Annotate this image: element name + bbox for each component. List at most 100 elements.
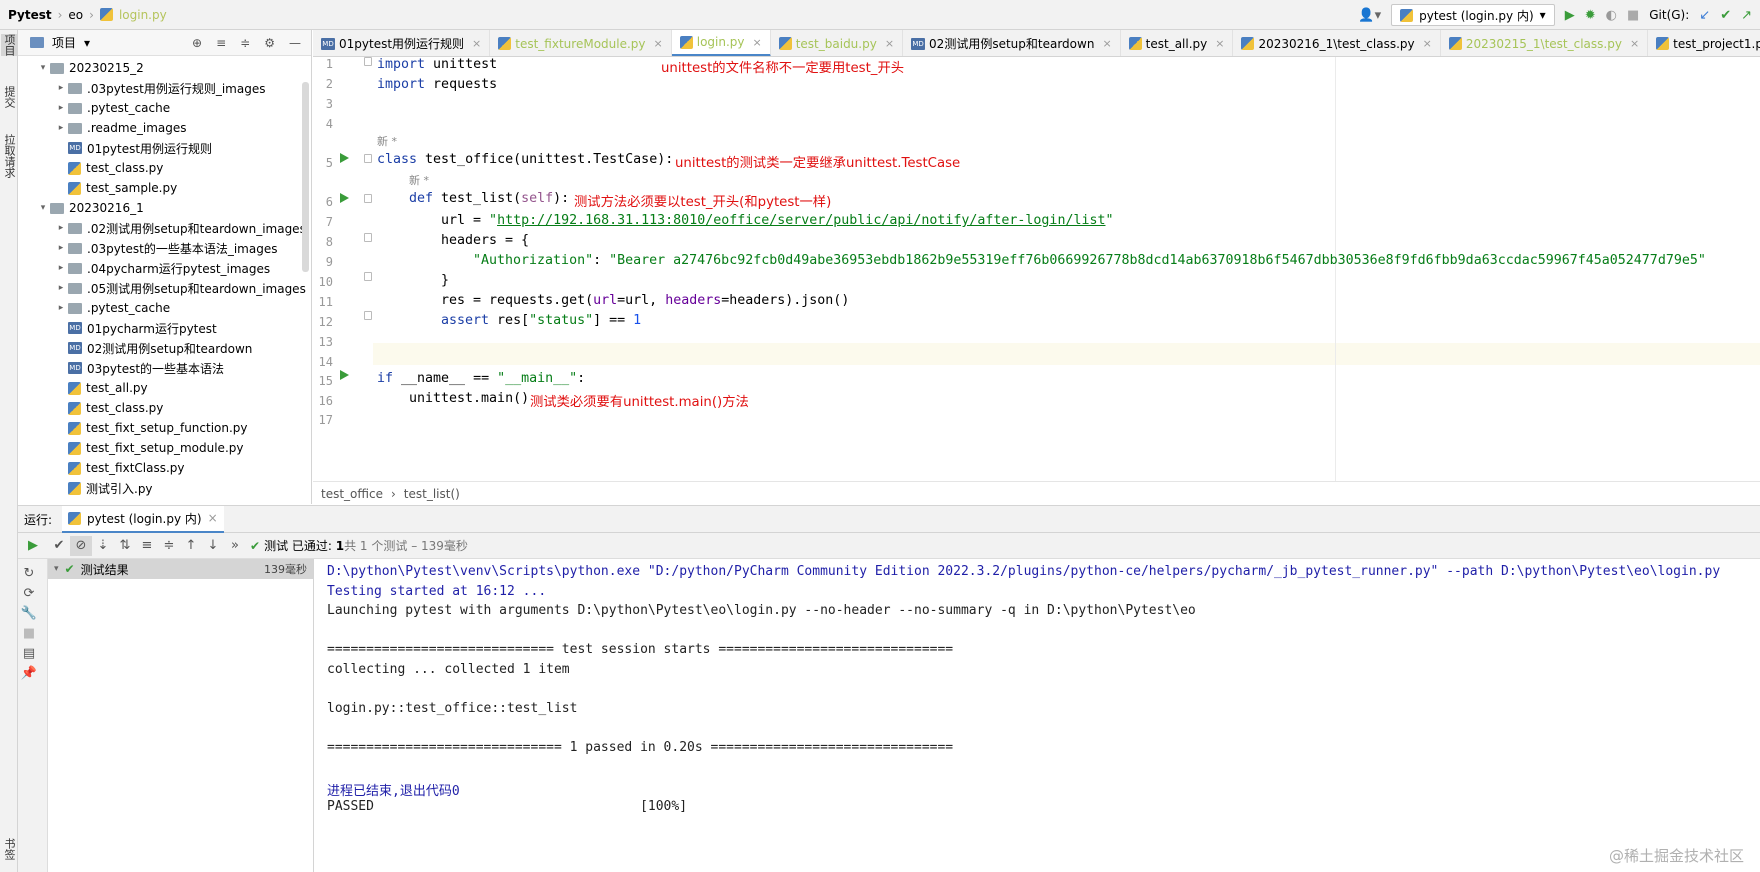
project-tool-tab[interactable]: 项目 [1,34,17,56]
git-commit-icon[interactable]: ✔ [1720,9,1731,22]
locate-icon[interactable]: ⊕ [192,36,202,50]
chevron-right-icon[interactable]: ▸ [54,223,68,233]
next-failed-icon[interactable]: ↓ [202,536,224,556]
tree-item[interactable]: test_fixt_setup_module.py [18,438,311,458]
editor-tab[interactable]: MD 02测试用例setup和teardown × [903,30,1121,56]
close-icon[interactable]: × [1630,37,1639,50]
editor-tab[interactable]: login.py × [671,30,771,56]
editor-tab[interactable]: 20230215_1\test_class.py × [1441,30,1649,56]
chevron-right-icon[interactable]: ▸ [54,243,68,253]
commit-tool-tab[interactable]: 提交 [1,86,17,108]
tree-item[interactable]: MD 03pytest的一些基本语法 [18,358,311,378]
tree-item[interactable]: test_fixt_setup_function.py [18,418,311,438]
rerun-failed-icon[interactable]: ↻ [18,563,40,583]
tree-item[interactable]: ▸ .04pycharm运行pytest_images [18,258,311,278]
debug-icon[interactable]: ✹ [1585,9,1596,22]
close-icon[interactable]: × [1215,37,1224,50]
editor-tab[interactable]: test_all.py × [1121,30,1234,56]
tree-item[interactable]: MD 02测试用例setup和teardown [18,338,311,358]
stop-icon[interactable]: ■ [1627,9,1639,22]
fold-icon[interactable] [364,154,372,163]
git-push-icon[interactable]: ↗ [1741,9,1752,22]
close-icon[interactable]: × [654,37,663,50]
pull-requests-tool-tab[interactable]: 拉取请求 [1,134,17,178]
show-ignored-icon[interactable]: ⊘ [70,535,92,556]
expand-all-icon[interactable]: ≡ [216,36,226,50]
close-icon[interactable]: × [885,37,894,50]
editor-tab[interactable]: MD 01pytest用例运行规则 × [313,30,491,56]
file-name[interactable]: login.py [119,8,167,22]
collapse-all-icon[interactable]: ≑ [158,536,180,556]
tree-item[interactable]: 测试引入.py [18,478,311,498]
user-icon[interactable]: 👤▾ [1358,9,1381,22]
editor-tab[interactable]: test_fixtureModule.py × [490,30,672,56]
hide-icon[interactable]: — [289,36,301,50]
chevron-down-icon[interactable]: ▾ [36,63,50,73]
chevron-right-icon[interactable]: ▸ [54,263,68,273]
breadcrumb-method[interactable]: test_list() [404,487,460,501]
rerun-icon[interactable]: ▶ [18,536,48,556]
tree-item[interactable]: ▸ .pytest_cache [18,298,311,318]
run-icon[interactable]: ▶ [1565,9,1575,22]
prev-failed-icon[interactable]: ↑ [180,536,202,556]
breadcrumb-class[interactable]: test_office [321,487,383,501]
run-main-icon[interactable] [340,370,349,380]
fold-icon[interactable] [364,194,372,203]
run-tab[interactable]: pytest (login.py 内) × [62,505,224,533]
folder-name[interactable]: eo [68,8,83,22]
tree-item[interactable]: test_all.py [18,378,311,398]
tree-item[interactable]: ▾ 20230216_1 [18,198,311,218]
tree-item[interactable]: MD 01pytest用例运行规则 [18,138,311,158]
close-icon[interactable]: × [208,511,218,525]
coverage-icon[interactable]: ◐ [1606,9,1617,22]
tree-item[interactable]: MD 01pycharm运行pytest [18,318,311,338]
tree-item[interactable]: test_fixtClass.py [18,458,311,478]
run-method-icon[interactable] [340,193,349,203]
tree-item[interactable]: ▸ .05测试用例setup和teardown_images [18,278,311,298]
tree-item[interactable]: ▸ .pytest_cache [18,98,311,118]
sort-duration-icon[interactable]: ⇅ [114,536,136,556]
run-config-select[interactable]: pytest (login.py 内) ▾ [1391,4,1555,26]
expand-all-icon[interactable]: ≡ [136,536,158,556]
bookmarks-tool-tab[interactable]: 书签 [1,838,17,860]
pin-icon[interactable]: 📌 [18,663,40,683]
fold-icon[interactable] [364,311,372,320]
layout-icon[interactable]: ▤ [18,643,40,663]
fold-icon[interactable] [364,57,372,66]
close-icon[interactable]: × [1102,37,1111,50]
show-passed-icon[interactable]: ✔ [48,536,70,556]
collapse-all-icon[interactable]: ≑ [240,36,250,50]
wrench-icon[interactable]: 🔧 [18,603,40,623]
chevron-down-icon[interactable]: ▾ [36,203,50,213]
tree-item[interactable]: ▸ .03pytest的一些基本语法_images [18,238,311,258]
fold-icon[interactable] [364,233,372,242]
tree-item[interactable]: ▸ .02测试用例setup和teardown_images [18,218,311,238]
toggle-auto-test-icon[interactable]: ⟳ [18,583,40,603]
tree-item[interactable]: ▸ .03pytest用例运行规则_images [18,78,311,98]
tree-scrollbar[interactable] [302,82,309,272]
run-class-icon[interactable] [340,153,349,163]
close-icon[interactable]: × [472,37,481,50]
tree-item[interactable]: ▸ .readme_images [18,118,311,138]
tree-item[interactable]: test_class.py [18,398,311,418]
chevron-right-icon[interactable]: ▸ [54,303,68,313]
chevron-right-icon[interactable]: ▸ [54,103,68,113]
chevron-right-icon[interactable]: ▸ [54,283,68,293]
more-icon[interactable]: » [224,536,246,556]
stop-icon[interactable]: ■ [18,623,40,643]
fold-icon[interactable] [364,272,372,281]
code-editor[interactable]: 1 2 3 4 5 6 7 8 9 10 11 12 13 14 15 16 17 import unittes… [313,57,1760,481]
chevron-right-icon[interactable]: ▸ [54,123,68,133]
close-icon[interactable]: × [753,36,762,49]
tree-item[interactable]: test_class.py [18,158,311,178]
tree-item[interactable]: test_sample.py [18,178,311,198]
close-icon[interactable]: × [1423,37,1432,50]
editor-tab[interactable]: test_project1.py× [1648,30,1760,56]
chevron-down-icon[interactable]: ▾ [84,36,90,50]
editor-tab[interactable]: test_baidu.py × [771,30,904,56]
sort-alpha-icon[interactable]: ⇣ [92,536,114,556]
project-name[interactable]: Pytest [8,8,52,22]
project-panel-title[interactable]: 项目 [52,34,76,51]
console-output[interactable]: D:\python\Pytest\venv\Scripts\python.exe… [315,559,1760,872]
tree-item[interactable]: ▾ 20230215_2 [18,58,311,78]
